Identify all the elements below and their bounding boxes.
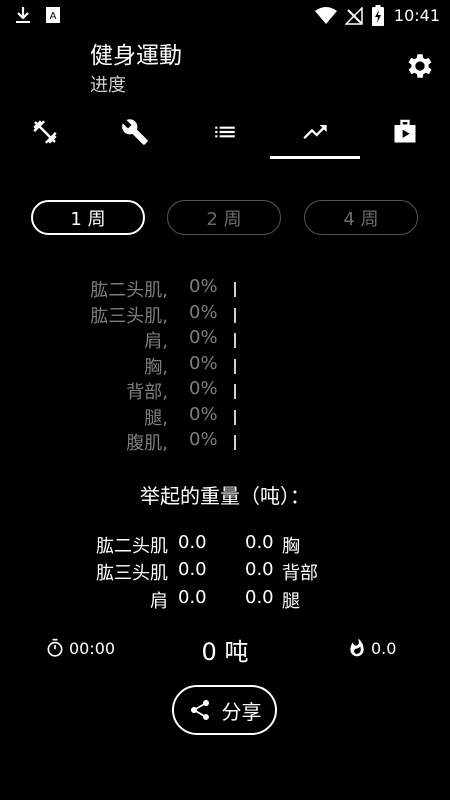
- video-library-icon: [394, 119, 416, 143]
- muscle-name: 肩,: [144, 331, 168, 352]
- tab-progress[interactable]: [270, 110, 360, 154]
- app-notification-icon: A: [46, 7, 60, 23]
- no-signal-icon: [345, 7, 363, 25]
- status-bar: A 10:41: [0, 0, 450, 32]
- muscle-percent: 0%: [189, 353, 218, 374]
- share-icon: [190, 700, 209, 720]
- weight-left-name: 肱二头肌: [96, 536, 168, 557]
- muscle-name: 肱二头肌,: [90, 280, 168, 301]
- weight-row: 肱二头肌 0.0 0.0 胸: [0, 532, 450, 559]
- muscle-percent: 0%: [189, 302, 218, 323]
- share-label: 分享: [221, 699, 262, 724]
- app-title: 健身運動: [90, 43, 182, 69]
- progress-bar: [234, 333, 236, 348]
- battery-charging-icon: [372, 5, 384, 26]
- share-button[interactable]: 分享: [172, 685, 277, 735]
- weight-right-value: 0.0: [245, 559, 274, 580]
- muscle-progress-row: 背部, 0%: [0, 378, 450, 403]
- week-filter-4[interactable]: 4 周: [304, 200, 418, 235]
- wrench-icon: [122, 119, 148, 145]
- list-icon: [215, 126, 235, 138]
- muscle-percent: 0%: [189, 276, 218, 297]
- weight-right-value: 0.0: [245, 532, 274, 553]
- muscle-name: 背部,: [126, 382, 168, 403]
- tab-videos[interactable]: [360, 110, 450, 154]
- muscle-name: 腹肌,: [126, 433, 168, 454]
- muscle-progress-row: 腹肌, 0%: [0, 429, 450, 454]
- weight-right-value: 0.0: [245, 587, 274, 608]
- weight-left-name: 肱三头肌: [96, 563, 168, 584]
- muscle-percent: 0%: [189, 429, 218, 450]
- weight-row: 肱三头肌 0.0 0.0 背部: [0, 559, 450, 586]
- dumbbell-icon: [33, 120, 57, 144]
- weight-left-value: 0.0: [178, 559, 207, 580]
- weight-lifted-title: 举起的重量（吨）：: [140, 484, 310, 508]
- flame-icon: [350, 638, 364, 657]
- status-time: 10:41: [393, 6, 440, 25]
- muscle-percent: 0%: [189, 404, 218, 425]
- week-filter-1[interactable]: 1 周: [31, 200, 145, 235]
- calories-value: 0.0: [371, 638, 397, 658]
- tab-list[interactable]: [180, 110, 270, 154]
- weight-right-name: 背部: [282, 563, 318, 584]
- wifi-icon: [315, 7, 337, 24]
- muscle-name: 肱三头肌,: [90, 306, 168, 327]
- tab-workout[interactable]: [0, 110, 90, 154]
- trending-up-icon: [303, 125, 327, 139]
- muscle-progress-row: 肱二头肌, 0%: [0, 276, 450, 301]
- muscle-name: 腿,: [144, 408, 168, 429]
- progress-bar: [234, 435, 236, 450]
- muscle-progress-row: 胸, 0%: [0, 353, 450, 378]
- weight-left-value: 0.0: [178, 587, 207, 608]
- weight-right-name: 胸: [282, 536, 300, 557]
- calories-stat: 0.0: [347, 638, 396, 658]
- muscle-progress-row: 腿, 0%: [0, 404, 450, 429]
- weight-right-name: 腿: [282, 591, 300, 612]
- progress-bar: [234, 308, 236, 323]
- tab-tools[interactable]: [90, 110, 180, 154]
- progress-bar: [234, 359, 236, 374]
- muscle-percent: 0%: [189, 378, 218, 399]
- weight-left-value: 0.0: [178, 532, 207, 553]
- page-subtitle: 进度: [90, 75, 126, 96]
- progress-bar: [234, 282, 236, 297]
- tab-indicator: [270, 156, 360, 159]
- progress-bar: [234, 384, 236, 399]
- muscle-progress-row: 肱三头肌, 0%: [0, 302, 450, 327]
- progress-bar: [234, 410, 236, 425]
- week-filter-2[interactable]: 2 周: [167, 200, 281, 235]
- muscle-progress-row: 肩, 0%: [0, 327, 450, 352]
- gear-icon[interactable]: [404, 50, 436, 82]
- download-icon: [16, 7, 30, 23]
- weight-row: 肩 0.0 0.0 腿: [0, 587, 450, 614]
- svg-text:A: A: [50, 11, 57, 22]
- muscle-name: 胸,: [144, 357, 168, 378]
- weight-left-name: 肩: [150, 591, 168, 612]
- muscle-percent: 0%: [189, 327, 218, 348]
